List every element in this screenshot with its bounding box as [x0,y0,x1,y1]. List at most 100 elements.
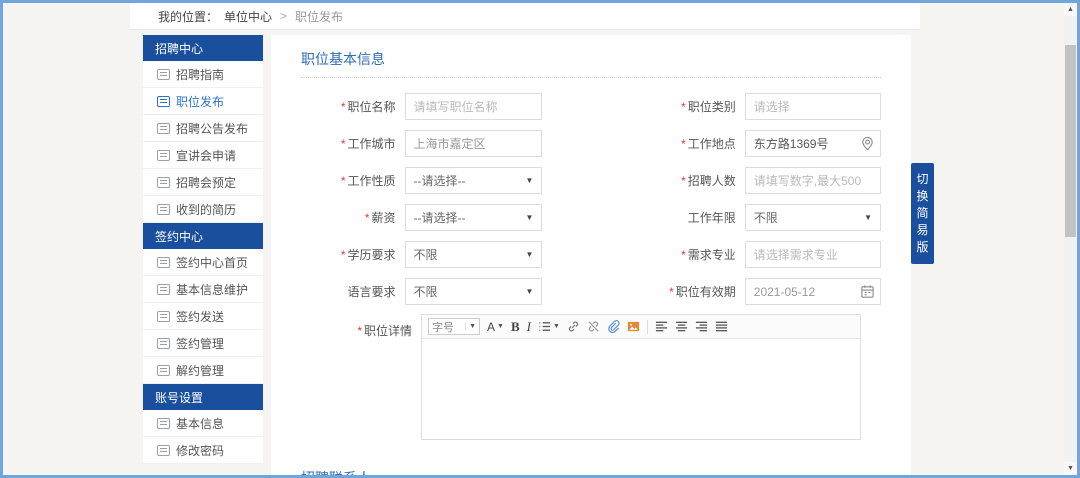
calendar-icon[interactable] [860,284,875,299]
italic-button[interactable]: I [527,320,531,333]
job-nature-select[interactable]: --请选择-- ▼ [404,167,543,194]
sidebar-item-change-password[interactable]: 修改密码 [143,437,263,464]
job-form: *职位名称*职位类别*工作城市*工作地点*工作性质--请选择--▼*招聘人数*薪… [301,88,882,310]
breadcrumb-prefix: 我的位置： [158,9,219,24]
required-asterisk: * [364,211,370,225]
required-asterisk: * [357,324,362,338]
editor-toolbar: 字号 ▼ A ▼ B I ▼ [422,315,860,339]
required-asterisk: * [340,100,346,114]
required-major-field [744,241,882,268]
sidebar-item-job-fair-booking[interactable]: 招聘会预定 [143,169,263,196]
education-select[interactable]: 不限 ▼ [404,241,543,268]
sidebar-item-label: 签约管理 [176,336,225,351]
salary-select[interactable]: --请选择-- ▼ [404,204,543,231]
job-valid-date-label: * 职位有效期 [641,283,745,300]
field-label-text: 工作地点 [687,137,736,151]
work-years-select[interactable]: 不限 ▼ [744,204,882,231]
chevron-down-icon: ▼ [525,287,534,296]
editor-content[interactable] [422,339,860,439]
salary-label: * 薪资 [301,209,405,226]
headcount-field [744,167,882,194]
chevron-down-icon: ▼ [497,323,504,330]
document-icon [157,364,170,376]
document-icon [157,283,170,295]
attachment-button[interactable] [607,320,620,333]
work-city-label: * 工作城市 [301,135,405,152]
switch-simple-version-button[interactable]: 切换简易版 [911,163,934,264]
sidebar-item-sign-center-home[interactable]: 签约中心首页 [143,249,263,276]
headcount-input[interactable] [744,167,882,194]
chevron-down-icon: ▼ [864,213,873,222]
align-justify-icon [715,320,728,333]
work-years-label: 工作年限 [641,209,745,226]
align-left-button[interactable] [655,320,668,333]
field-label-text: 职位有效期 [675,285,736,299]
bold-button[interactable]: B [511,320,520,333]
align-justify-button[interactable] [715,320,728,333]
align-right-button[interactable] [695,320,708,333]
language-select[interactable]: 不限 ▼ [404,278,543,305]
sidebar-item-sign-manage[interactable]: 签约管理 [143,330,263,357]
sidebar-item-account-basic-info[interactable]: 基本信息 [143,410,263,437]
sidebar-section-title: 签约中心 [143,223,263,249]
sidebar-item-received-resumes[interactable]: 收到的简历 [143,196,263,223]
required-asterisk: * [681,248,686,262]
required-major-input[interactable] [744,241,882,268]
job-valid-date-field [744,278,882,305]
selected-value: 不限 [413,285,438,299]
breadcrumb-unit-center[interactable]: 单位中心 [224,8,272,25]
location-icon[interactable] [860,136,875,151]
font-size-select[interactable]: 字号 ▼ [428,318,480,335]
sidebar-item-recruit-guide[interactable]: 招聘指南 [143,61,263,88]
education-field: 不限 ▼ [404,241,543,268]
scrollbar-thumb[interactable] [1065,45,1076,237]
form-row: * 薪资 --请选择-- ▼ 工作年限 不限 ▼ [301,199,882,236]
attachment-icon [607,320,620,333]
ordered-list-icon [538,320,551,333]
document-icon [157,337,170,349]
sidebar-item-label: 招聘指南 [176,67,225,82]
font-color-button[interactable]: A ▼ [487,321,504,333]
scroll-down-arrow[interactable]: ▼ [1064,462,1077,475]
chevron-down-icon: ▼ [525,213,534,222]
section-divider [301,77,881,78]
job-nature-field: --请选择-- ▼ [404,167,543,194]
link-button[interactable] [567,320,580,333]
ordered-list-button[interactable]: ▼ [538,320,560,333]
scrollbar[interactable]: ▲ ▼ [1064,3,1077,475]
sidebar-section-title: 招聘中心 [143,35,263,61]
section-title-contact: 招聘联系人 [301,470,371,478]
work-address-label: * 工作地点 [641,135,745,152]
required-asterisk: * [340,174,346,188]
bold-icon: B [510,319,520,334]
unlink-icon [587,320,600,333]
sidebar-item-label: 基本信息维护 [176,282,249,297]
sidebar-item-terminate-manage[interactable]: 解约管理 [143,357,263,384]
job-category-input[interactable] [744,93,882,120]
switch-simple-version-char: 切 [916,172,929,186]
sidebar-item-recruit-announcement[interactable]: 招聘公告发布 [143,115,263,142]
sidebar-item-basic-info-maintain[interactable]: 基本信息维护 [143,276,263,303]
font-color-icon: A [487,319,496,334]
salary-field: --请选择-- ▼ [404,204,543,231]
unlink-button[interactable] [587,320,600,333]
scroll-up-arrow[interactable]: ▲ [1064,3,1077,16]
form-row: *职位名称*职位类别 [301,88,882,125]
sidebar-item-sign-send[interactable]: 签约发送 [143,303,263,330]
sidebar-item-label: 收到的简历 [176,202,237,217]
field-label-text: 职位名称 [347,100,396,114]
sidebar-item-info-session-apply[interactable]: 宣讲会申请 [143,142,263,169]
breadcrumb-current: 职位发布 [295,9,344,24]
work-city-input[interactable] [404,130,543,157]
chevron-down-icon: ▼ [552,323,560,330]
sidebar-item-label: 基本信息 [176,416,225,431]
education-label: * 学历要求 [301,246,405,263]
sidebar-item-job-publish[interactable]: 职位发布 [143,88,263,115]
image-button[interactable] [627,320,640,333]
required-asterisk: * [340,248,346,262]
required-asterisk: * [669,285,674,299]
align-center-button[interactable] [675,320,688,333]
document-icon [157,68,170,80]
form-row: 语言要求 不限 ▼ * 职位有效期 [301,273,882,310]
job-title-input[interactable] [404,93,543,120]
